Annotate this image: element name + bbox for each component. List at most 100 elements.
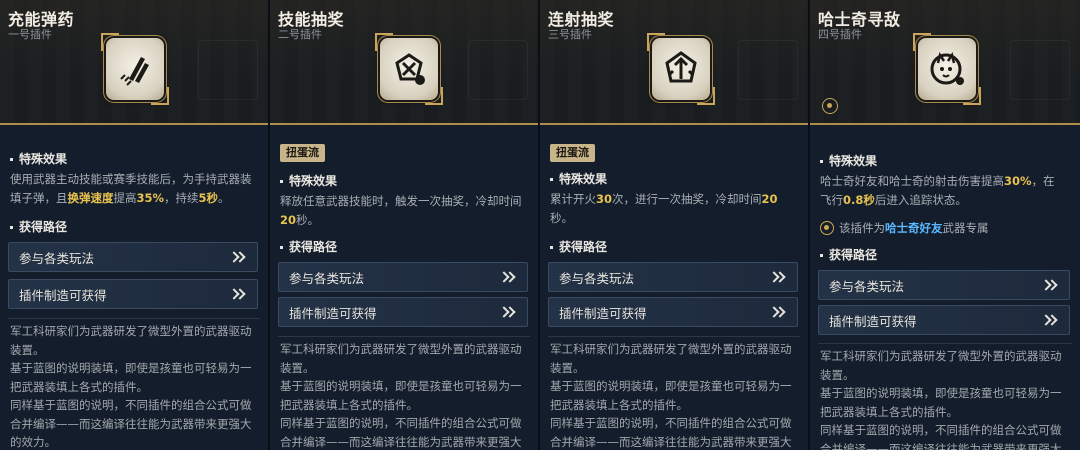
header-decoration	[738, 40, 798, 100]
lore-paragraph: 军工科研家们为武器研发了微型外置的武器驱动装置。	[280, 342, 522, 375]
route-button-gameplay[interactable]: 参与各类玩法	[818, 270, 1070, 300]
card-subtitle: 二号插件	[278, 28, 322, 41]
effect-text-part: 秒。	[296, 213, 320, 227]
effect-highlight: 0.8秒	[843, 193, 875, 207]
effect-text-part: 后进入追踪状态。	[874, 193, 967, 207]
lore-text: 军工科研家们为武器研发了微型外置的武器驱动装置。 基于蓝图的说明装填，即使是孩童…	[10, 322, 256, 450]
divider	[548, 336, 800, 337]
effect-highlight: 30%	[1004, 174, 1032, 188]
route-button-crafting[interactable]: 插件制造可获得	[278, 297, 528, 327]
double-chevron-right-icon	[499, 306, 517, 318]
card-subtitle: 四号插件	[818, 28, 862, 41]
effect-heading: 特殊效果	[280, 172, 337, 189]
route-button-label: 插件制造可获得	[829, 313, 917, 329]
effect-text: 哈士奇好友和哈士奇的射击伤害提高30%，在飞行0.8秒后进入追踪状态。	[820, 172, 1066, 210]
exclusive-note-text: 该插件为哈士奇好友武器专属	[839, 220, 989, 236]
route-button-label: 插件制造可获得	[289, 305, 377, 321]
effect-highlight: 35%	[136, 191, 165, 205]
effect-text-part: 哈士奇好友和哈士奇的射击伤害提高	[820, 174, 1004, 188]
route-button-crafting[interactable]: 插件制造可获得	[8, 279, 258, 309]
header-decoration	[198, 40, 258, 100]
lore-paragraph: 军工科研家们为武器研发了微型外置的武器驱动装置。	[820, 349, 1062, 382]
route-button-gameplay[interactable]: 参与各类玩法	[548, 262, 798, 292]
lore-paragraph: 基于蓝图的说明装填，即使是孩童也可轻易为一把武器装填上各式的插件。	[10, 361, 252, 394]
lore-paragraph: 军工科研家们为武器研发了微型外置的武器驱动装置。	[550, 342, 792, 375]
lore-paragraph: 同样基于蓝图的说明，不同插件的组合公式可做合并编译——而这编译往往能为武器带来更…	[550, 416, 792, 449]
route-heading: 获得路径	[10, 218, 67, 235]
effect-text: 累计开火30次，进行一次抽奖，冷却时间20 秒。	[550, 190, 794, 228]
effect-highlight: 5秒	[198, 191, 219, 205]
effect-heading: 特殊效果	[550, 170, 607, 187]
lore-paragraph: 基于蓝图的说明装填，即使是孩童也可轻易为一把武器装填上各式的插件。	[820, 386, 1062, 419]
route-button-gameplay[interactable]: 参与各类玩法	[278, 262, 528, 292]
route-button-label: 参与各类玩法	[559, 270, 635, 286]
card-header: 技能抽奖 二号插件	[270, 0, 538, 125]
route-button-label: 插件制造可获得	[19, 287, 107, 303]
effect-text-part: 提高	[113, 191, 137, 205]
lore-paragraph: 基于蓝图的说明装填，即使是孩童也可轻易为一把武器装填上各式的插件。	[550, 379, 792, 412]
route-button-gameplay[interactable]: 参与各类玩法	[8, 242, 258, 272]
lore-text: 军工科研家们为武器研发了微型外置的武器驱动装置。 基于蓝图的说明装填，即使是孩童…	[550, 340, 796, 450]
route-button-label: 插件制造可获得	[559, 305, 647, 321]
lore-paragraph: 同样基于蓝图的说明，不同插件的组合公式可做合并编译——而这编译往往能为武器带来更…	[280, 416, 522, 449]
route-button-label: 参与各类玩法	[829, 278, 905, 294]
lore-text: 军工科研家们为武器研发了微型外置的武器驱动装置。 基于蓝图的说明装填，即使是孩童…	[280, 340, 526, 450]
route-button-crafting[interactable]: 插件制造可获得	[818, 305, 1070, 335]
husky-icon	[913, 33, 981, 105]
effect-text-part: ，持续	[164, 191, 199, 205]
skill-lottery-icon	[375, 33, 443, 105]
effect-text-part: 释放任意武器技能时，触发一次抽奖，冷却时间	[280, 194, 522, 208]
effect-text-part: 累计开火	[550, 192, 596, 206]
effect-highlight: 换弹速度	[67, 191, 114, 205]
card-header: 哈士奇寻敌 四号插件	[810, 0, 1080, 125]
lore-paragraph: 同样基于蓝图的说明，不同插件的组合公式可做合并编译——而这编译往往能为武器带来更…	[820, 423, 1062, 450]
double-chevron-right-icon	[1041, 279, 1059, 291]
exclusive-badge-icon	[820, 221, 834, 235]
double-chevron-right-icon	[769, 271, 787, 283]
double-chevron-right-icon	[229, 251, 247, 263]
double-chevron-right-icon	[229, 288, 247, 300]
plugin-card-husky-tracker: 哈士奇寻敌 四号插件 特殊效果 哈士奇好友和哈士奇的射击伤害提高30%，在飞行0…	[810, 0, 1080, 450]
plugin-badge-icon	[822, 98, 838, 114]
effect-highlight: 20	[280, 213, 297, 227]
route-heading: 获得路径	[820, 246, 877, 263]
exclusive-note: 该插件为哈士奇好友武器专属	[820, 220, 989, 236]
rocket-ammo-icon	[101, 33, 169, 105]
build-tag: 扭蛋流	[280, 144, 325, 162]
plugin-card-burst-lottery: 连射抽奖 三号插件 扭蛋流 特殊效果 累计开火30次，进行一次抽奖，冷却时间20…	[540, 0, 810, 450]
card-header: 连射抽奖 三号插件	[540, 0, 808, 125]
effect-text-part: 。	[218, 191, 230, 205]
divider	[818, 343, 1072, 344]
effect-heading: 特殊效果	[10, 150, 67, 167]
header-decoration	[1010, 40, 1070, 100]
effect-text: 释放任意武器技能时，触发一次抽奖，冷却时间 20秒。	[280, 192, 524, 230]
route-heading: 获得路径	[280, 238, 337, 255]
effect-text-part: 次，进行一次抽奖，冷却时间	[612, 192, 762, 206]
header-decoration	[468, 40, 528, 100]
plugin-card-charged-ammo: 充能弹药 一号插件 特殊效果 使用武器主动技能或赛季技能后，为手持武器装填子弹，…	[0, 0, 270, 450]
route-button-label: 参与各类玩法	[19, 250, 95, 266]
plugin-card-strip: 充能弹药 一号插件 特殊效果 使用武器主动技能或赛季技能后，为手持武器装填子弹，…	[0, 0, 1080, 450]
lore-paragraph: 基于蓝图的说明装填，即使是孩童也可轻易为一把武器装填上各式的插件。	[280, 379, 522, 412]
route-button-label: 参与各类玩法	[289, 270, 365, 286]
exclusive-pre: 该插件为	[839, 221, 885, 235]
double-chevron-right-icon	[499, 271, 517, 283]
effect-highlight: 20	[761, 192, 778, 206]
exclusive-post: 武器专属	[942, 221, 989, 235]
double-chevron-right-icon	[769, 306, 787, 318]
exclusive-weapon-link[interactable]: 哈士奇好友	[885, 221, 943, 235]
divider	[278, 336, 530, 337]
plugin-card-skill-lottery: 技能抽奖 二号插件 扭蛋流 特殊效果 释放任意武器技能时，触发一次抽奖，冷却时间…	[270, 0, 540, 450]
effect-heading: 特殊效果	[820, 152, 877, 169]
route-heading: 获得路径	[550, 238, 607, 255]
double-chevron-right-icon	[1041, 314, 1059, 326]
effect-text-part: 秒。	[550, 211, 573, 225]
lore-paragraph: 军工科研家们为武器研发了微型外置的武器驱动装置。	[10, 324, 252, 357]
effect-text: 使用武器主动技能或赛季技能后，为手持武器装填子弹，且换弹速度提高35%，持续5秒…	[10, 170, 254, 208]
card-subtitle: 三号插件	[548, 28, 592, 41]
divider	[8, 318, 260, 319]
route-button-crafting[interactable]: 插件制造可获得	[548, 297, 798, 327]
effect-highlight: 30	[596, 192, 613, 206]
card-subtitle: 一号插件	[8, 28, 52, 41]
card-header: 充能弹药 一号插件	[0, 0, 268, 125]
